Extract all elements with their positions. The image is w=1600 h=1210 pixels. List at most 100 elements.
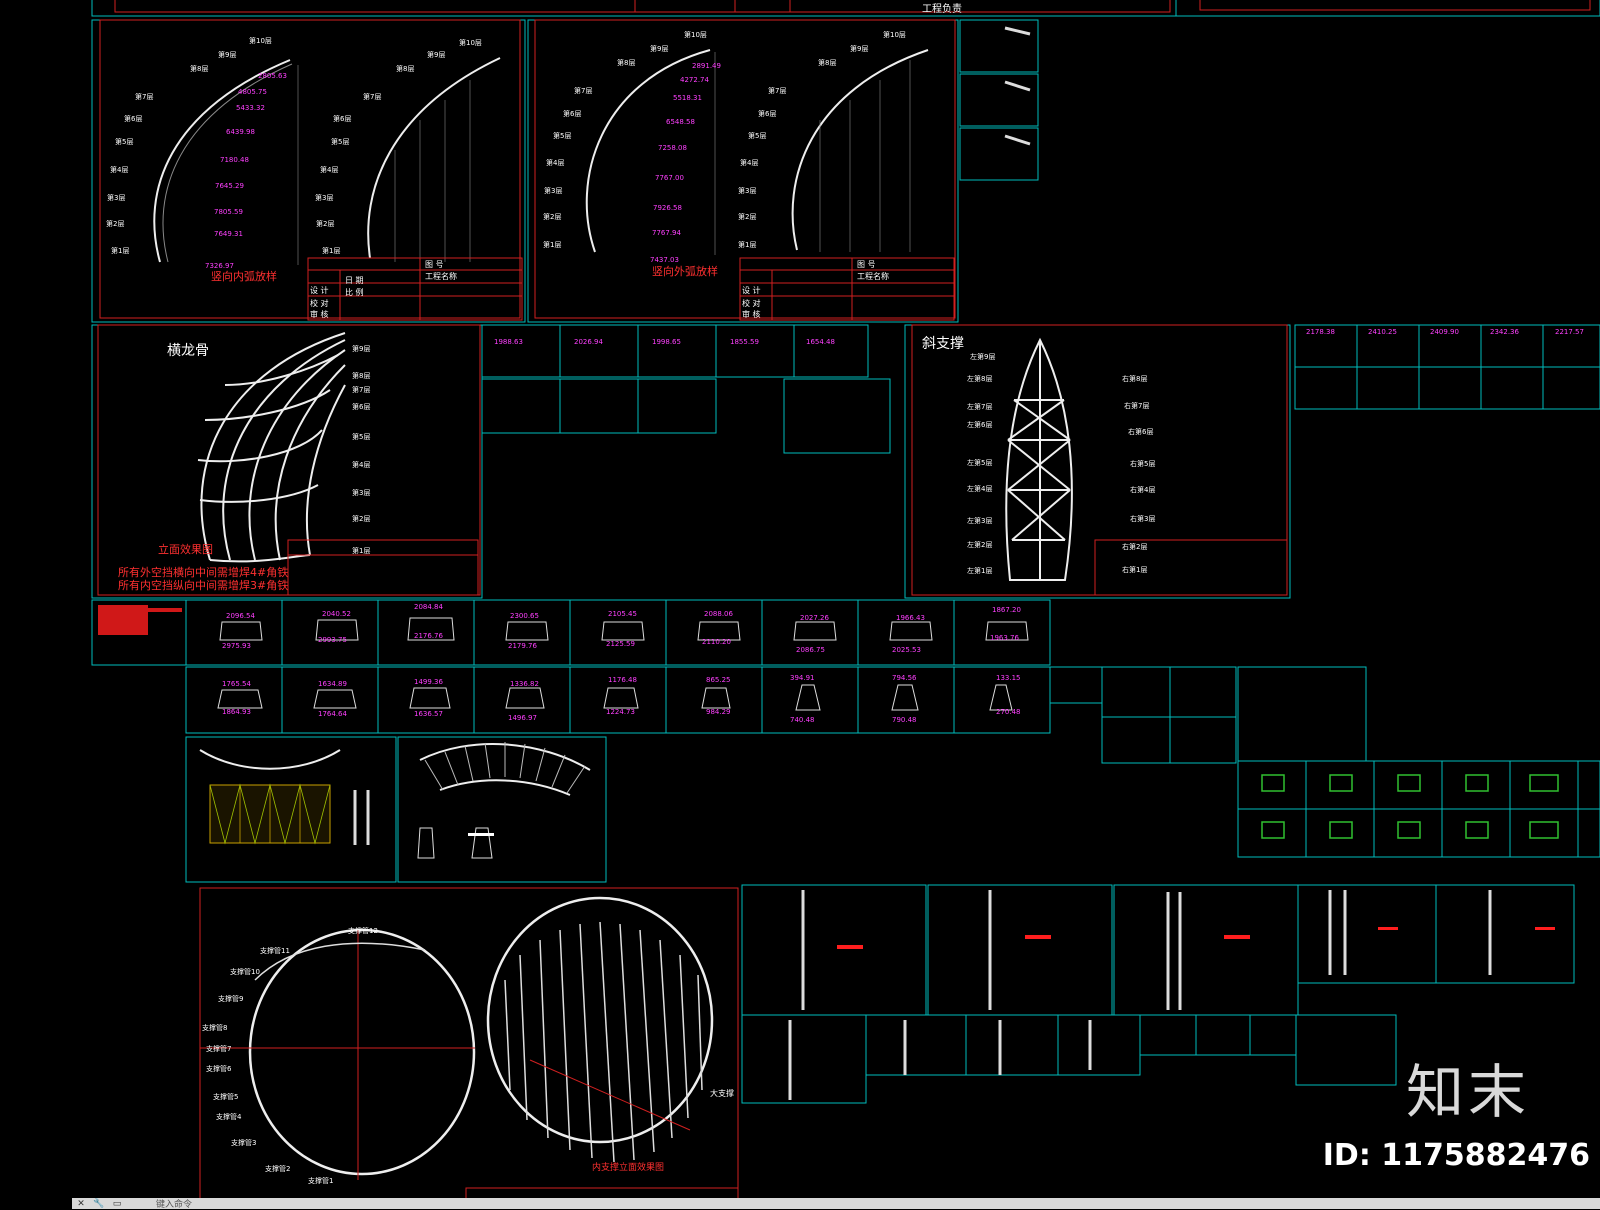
piece-top-dim: 2105.45: [608, 610, 637, 618]
dimension-value: 5433.32: [236, 104, 265, 112]
dimension-value: 6548.58: [666, 118, 695, 126]
command-input[interactable]: 键入命令: [156, 1197, 192, 1210]
panel-elevation-detail[interactable]: [185, 736, 397, 883]
trapezoid-shapes: [217, 617, 1029, 711]
piece-top-dim: 2040.52: [322, 610, 351, 618]
close-icon[interactable]: ✕: [72, 1198, 90, 1209]
layer-label: 第6层: [563, 110, 582, 118]
outer-title-check: 校 对: [742, 299, 761, 308]
outer-title-drawing-no: 图 号: [857, 260, 876, 269]
layer-label: 第8层: [818, 59, 837, 67]
layer-label: 第1层: [352, 547, 371, 555]
brace-label: 右第5层: [1130, 460, 1156, 468]
dimension-value: 7649.31: [214, 230, 243, 238]
outer-title-review: 审 核: [742, 310, 761, 319]
dimension-value: 7805.59: [214, 208, 243, 216]
layer-label: 第6层: [333, 115, 352, 123]
support-tube-label: 支撑管7: [206, 1045, 232, 1053]
support-tube-label: 支撑管1: [308, 1177, 334, 1185]
dimension-value: 7767.00: [655, 174, 684, 182]
strip-dim: 1998.65: [652, 338, 681, 346]
piece-bottom-dim: 1864.93: [222, 708, 251, 716]
brace-label: 右第6层: [1128, 428, 1154, 436]
panel-horizontal-keel[interactable]: [91, 324, 483, 599]
settings-icon[interactable]: 🔧: [90, 1198, 108, 1209]
panel-diagonal-brace[interactable]: [904, 324, 1291, 599]
layer-label: 第8层: [617, 59, 636, 67]
red-title-stamp: [98, 605, 182, 635]
support-tube-label: 支撑管4: [216, 1113, 242, 1121]
brace-label: 左第6层: [967, 421, 993, 429]
inner-title-project-name: 工程名称: [425, 272, 457, 281]
layer-label: 第1层: [543, 241, 562, 249]
layer-label: 第5层: [748, 132, 767, 140]
piece-bottom-dim: 1636.57: [414, 710, 443, 718]
dimension-value: 4805.75: [238, 88, 267, 96]
layer-label: 第3层: [315, 194, 334, 202]
piece-top-dim: 1634.89: [318, 680, 347, 688]
piece-top-dim: 2096.54: [226, 612, 255, 620]
piece-top-dim: 133.15: [996, 674, 1021, 682]
layer-label: 第1层: [111, 247, 130, 255]
brace-label: 左第4层: [967, 485, 993, 493]
znzmo-logo-watermark: 知末: [1405, 1058, 1530, 1126]
piece-bottom-dim: 740.48: [790, 716, 815, 724]
dimension-value: 4272.74: [680, 76, 709, 84]
panel-small-details[interactable]: [959, 19, 1039, 181]
brace-label: 左第9层: [970, 353, 996, 361]
big-support-label: 大支撑: [710, 1089, 734, 1098]
dimension-value: 2891.49: [692, 62, 721, 70]
strip-dim: 2410.25: [1368, 328, 1397, 336]
support-tube-label: 支撑管2: [265, 1165, 291, 1173]
piece-top-dim: 1765.54: [222, 680, 251, 688]
piece-bottom-dim: 2975.93: [222, 642, 251, 650]
layer-label: 第5层: [553, 132, 572, 140]
panel-inner-arc[interactable]: [91, 19, 526, 323]
inner-title-design: 设 计: [310, 286, 329, 295]
brace-label: 右第1层: [1122, 566, 1148, 574]
dimension-value: 7645.29: [215, 182, 244, 190]
dimension-value: 7326.97: [205, 262, 234, 270]
piece-bottom-dim: 2993.75: [318, 636, 347, 644]
command-prompt-icon: ▭: [112, 1198, 122, 1209]
dimension-value: 2805.63: [258, 72, 287, 80]
layer-label: 第5层: [331, 138, 350, 146]
keel-note-2: 所有内空挡纵向中间需增焊3#角铁: [118, 579, 289, 592]
top-title-strip: [91, 0, 1600, 17]
layer-label: 第2层: [543, 213, 562, 221]
layer-label: 第2层: [738, 213, 757, 221]
layer-label: 第4层: [546, 159, 565, 167]
piece-bottom-dim: 1764.64: [318, 710, 347, 718]
inner-title-scale: 比 例: [345, 288, 364, 297]
inner-title-drawing-no: 图 号: [425, 260, 444, 269]
piece-bottom-dim: 790.48: [892, 716, 917, 724]
watermark-id: ID: 1175882476: [1322, 1138, 1590, 1173]
layer-label: 第3层: [738, 187, 757, 195]
layer-label: 第10层: [883, 31, 906, 39]
piece-bottom-dim: 270.48: [996, 708, 1021, 716]
panel-piece-strip-right[interactable]: [1294, 324, 1600, 410]
panel-outer-arc[interactable]: [527, 19, 959, 323]
dimension-value: 7767.94: [652, 229, 681, 237]
inner-title-check: 校 对: [310, 299, 329, 308]
piece-bottom-dim: 2025.53: [892, 646, 921, 654]
outer-arc-caption: 竖向外弧放样: [652, 265, 718, 278]
command-line-bar[interactable]: ✕ 🔧 ▭ 键入命令: [72, 1197, 1600, 1210]
support-tube-label: 支撑管5: [213, 1093, 239, 1101]
piece-top-dim: 794.56: [892, 674, 917, 682]
layer-label: 第1层: [738, 241, 757, 249]
layer-label: 第5层: [352, 433, 371, 441]
layer-label: 第2层: [352, 515, 371, 523]
piece-top-dim: 1499.36: [414, 678, 443, 686]
piece-top-dim: 2300.65: [510, 612, 539, 620]
layer-label: 第5层: [115, 138, 134, 146]
layer-label: 第4层: [352, 461, 371, 469]
brace-label: 右第8层: [1122, 375, 1148, 383]
piece-bottom-dim: 1963.76: [990, 634, 1019, 642]
support-tube-label: 支撑管10: [230, 968, 260, 976]
elevation-effect-caption: 立面效果图: [158, 543, 213, 556]
layer-label: 第6层: [124, 115, 143, 123]
outer-title-project-name: 工程名称: [857, 272, 889, 281]
layer-label: 第10层: [684, 31, 707, 39]
panel-fan-layout[interactable]: [397, 736, 607, 883]
